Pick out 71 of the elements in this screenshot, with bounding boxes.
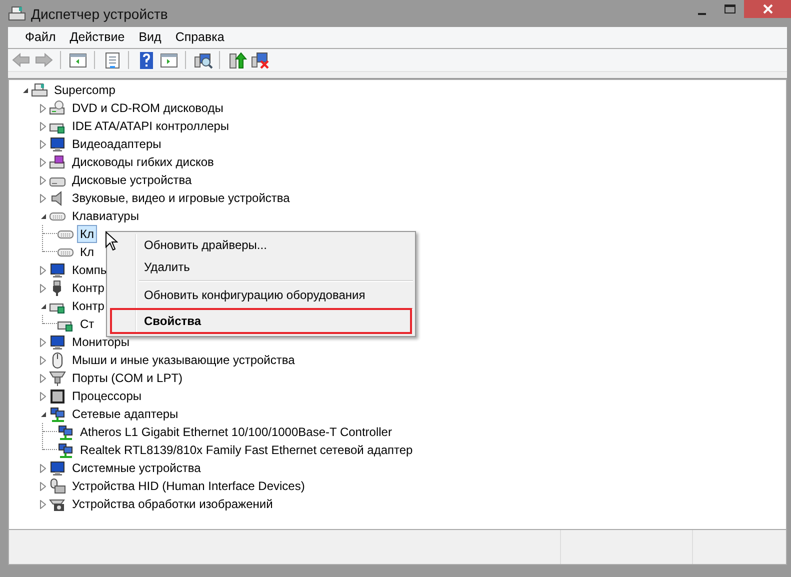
app-icon bbox=[7, 5, 27, 23]
tree-item[interactable]: Сетевые адаптеры bbox=[69, 405, 182, 423]
expand-arrow-icon[interactable] bbox=[40, 338, 46, 346]
expand-arrow-icon[interactable] bbox=[40, 122, 46, 130]
tree-item[interactable]: Видеоадаптеры bbox=[69, 135, 164, 153]
tree-item[interactable]: Кл bbox=[77, 243, 97, 261]
tree-item[interactable]: Realtek RTL8139/810x Family Fast Ethernet сетевой адаптер bbox=[77, 441, 416, 459]
network-icon bbox=[57, 424, 74, 440]
expand-arrow-icon[interactable] bbox=[40, 266, 46, 274]
tree-item[interactable]: Процессоры bbox=[69, 387, 144, 405]
expand-arrow-icon[interactable] bbox=[40, 482, 46, 490]
input-device-icon bbox=[49, 478, 66, 494]
expand-arrow-icon[interactable] bbox=[40, 194, 46, 202]
network-icon bbox=[57, 442, 74, 458]
port-icon bbox=[49, 370, 66, 386]
collapse-arrow-icon[interactable] bbox=[40, 302, 46, 310]
collapse-arrow-icon[interactable] bbox=[40, 410, 46, 418]
expand-arrow-icon[interactable] bbox=[40, 158, 46, 166]
floppy-drive-icon bbox=[49, 154, 66, 170]
tree-item[interactable]: Устройства HID (Human Interface Devices) bbox=[69, 477, 308, 495]
close-icon bbox=[762, 4, 772, 14]
window-title: Диспетчер устройств bbox=[31, 5, 168, 24]
tree-item[interactable]: Мониторы bbox=[69, 333, 132, 351]
tree-item[interactable]: Контр bbox=[69, 279, 108, 297]
maximize-icon bbox=[724, 3, 736, 15]
processor-icon bbox=[49, 388, 66, 404]
collapse-arrow-icon[interactable] bbox=[22, 86, 28, 94]
expand-arrow-icon[interactable] bbox=[40, 392, 46, 400]
expand-arrow-icon[interactable] bbox=[40, 356, 46, 364]
menu-item[interactable]: Вид bbox=[132, 28, 168, 47]
monitor-icon bbox=[49, 262, 66, 278]
network-icon bbox=[49, 406, 66, 422]
computer-icon bbox=[31, 82, 48, 98]
tree-item[interactable]: Контр bbox=[69, 297, 108, 315]
drive-icon bbox=[49, 100, 66, 116]
context-menu-item[interactable]: Удалить bbox=[110, 256, 412, 278]
monitor-icon bbox=[49, 136, 66, 152]
expand-arrow-icon[interactable] bbox=[40, 374, 46, 382]
tree-item[interactable]: Ст bbox=[77, 315, 98, 333]
expand-arrow-icon[interactable] bbox=[40, 176, 46, 184]
tree-item[interactable]: IDE ATA/ATAPI контроллеры bbox=[69, 117, 232, 135]
tree-item[interactable]: Порты (COM и LPT) bbox=[69, 369, 186, 387]
tree-item[interactable]: DVD и CD-ROM дисководы bbox=[69, 99, 226, 117]
tree-item[interactable]: Кл bbox=[77, 225, 97, 243]
tree-item[interactable]: Дисковые устройства bbox=[69, 171, 195, 189]
uninstall-icon[interactable] bbox=[249, 50, 270, 70]
collapse-arrow-icon[interactable] bbox=[40, 212, 46, 220]
expand-arrow-icon[interactable] bbox=[40, 104, 46, 112]
tree-item[interactable]: Компь bbox=[69, 261, 110, 279]
context-menu-item[interactable]: Свойства bbox=[110, 308, 412, 334]
cursor-icon bbox=[105, 231, 118, 251]
tree-item[interactable]: Системные устройства bbox=[69, 459, 204, 477]
monitor-icon bbox=[49, 460, 66, 476]
menu-item[interactable]: Действие bbox=[62, 28, 132, 47]
minimize-icon bbox=[698, 12, 706, 14]
tree-item[interactable]: Supercomp bbox=[51, 81, 118, 99]
tree-item[interactable]: Мыши и иные указывающие устройства bbox=[69, 351, 298, 369]
expand-arrow-icon[interactable] bbox=[40, 464, 46, 472]
tree-item[interactable]: Дисководы гибких дисков bbox=[69, 153, 217, 171]
close-button[interactable] bbox=[744, 0, 791, 18]
tree-item[interactable]: Atheros L1 Gigabit Ethernet 10/100/1000Base-T Controller bbox=[77, 423, 395, 441]
menu-item[interactable]: Справка bbox=[168, 28, 232, 47]
expand-arrow-icon[interactable] bbox=[40, 140, 46, 148]
context-menu-item[interactable]: Обновить конфигурацию оборудования bbox=[110, 284, 412, 306]
tree-item[interactable]: Устройства обработки изображений bbox=[69, 495, 276, 513]
expand-arrow-icon[interactable] bbox=[40, 500, 46, 508]
tree-item[interactable]: Клавиатуры bbox=[69, 207, 142, 225]
expand-arrow-icon[interactable] bbox=[40, 284, 46, 292]
monitor-icon bbox=[49, 334, 66, 350]
menu-item[interactable]: Файл bbox=[18, 28, 63, 47]
tree-item[interactable]: Звуковые, видео и игровые устройства bbox=[69, 189, 293, 207]
